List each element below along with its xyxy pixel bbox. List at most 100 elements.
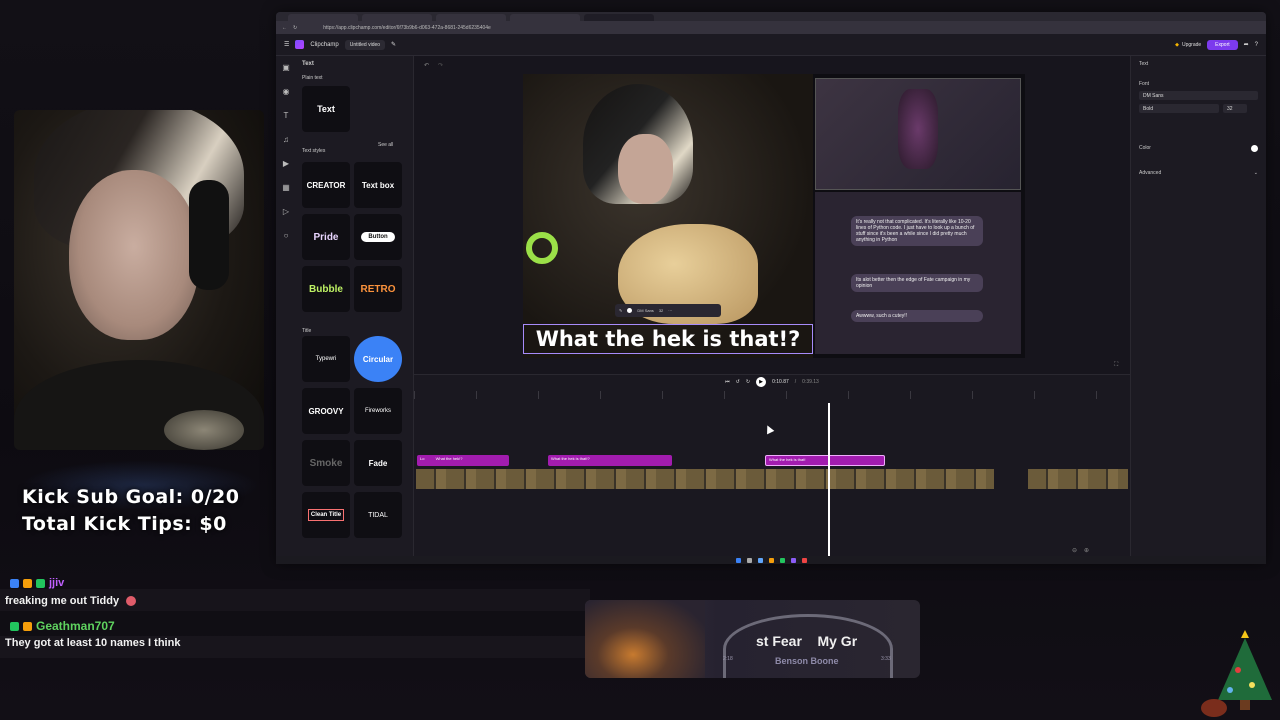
pen-icon[interactable]: ✎ (619, 308, 622, 313)
browser-tab[interactable] (436, 14, 506, 21)
caption-font[interactable]: DM Sans (637, 308, 653, 313)
address-bar[interactable]: ← ↻ https://app.clipchamp.com/editor/6f7… (276, 21, 1266, 34)
refresh-icon[interactable]: ↻ (293, 25, 297, 31)
plain-text-card[interactable]: Text (302, 86, 350, 132)
now-playing-widget: st Fear My Gr Benson Boone 2:18 3:33 (585, 600, 920, 678)
browser-tab[interactable] (362, 14, 432, 21)
elapsed-time: 2:18 (723, 656, 733, 662)
edit-icon[interactable]: ✎ (391, 41, 396, 48)
song-title: st Fear My Gr (756, 633, 858, 649)
windows-icon[interactable] (735, 557, 741, 563)
taskbar-app-icon[interactable] (801, 557, 807, 563)
chat-username: jjiv (49, 577, 65, 589)
rail-stock[interactable]: ▶ (276, 152, 296, 176)
browser-tab-active[interactable] (584, 14, 654, 21)
style-card[interactable]: Text box (354, 162, 402, 208)
emote-icon (126, 596, 137, 607)
rail-text[interactable]: T (276, 104, 296, 128)
rewind-icon[interactable]: ↺ (736, 379, 740, 385)
text-clip[interactable]: What the hek is that!? (548, 455, 672, 466)
weight-select[interactable]: Bold (1139, 104, 1219, 113)
title-card[interactable]: Circular (354, 336, 402, 382)
title-card[interactable]: TIDAL (354, 492, 402, 538)
title-card[interactable]: Fade (354, 440, 402, 486)
text-panel: Text Plain text Text Text styles See all… (296, 56, 414, 556)
title-card[interactable]: GROOVY (302, 388, 350, 434)
rail-captions[interactable]: ▷ (276, 200, 296, 224)
rail-stickers[interactable]: ○ (276, 224, 296, 248)
total-kick-tips: Total Kick Tips: $0 (22, 513, 227, 535)
chat-message: freaking me out Tiddy (5, 595, 137, 607)
title-heading: Title (302, 328, 312, 334)
export-button[interactable]: Export (1207, 39, 1238, 50)
rail-music[interactable]: ♫ (276, 128, 296, 152)
skip-back-icon[interactable]: ⏮ (725, 379, 730, 385)
forward-icon[interactable]: ↻ (746, 379, 750, 385)
chat-message-header: Geathman707 (10, 619, 115, 633)
christmas-tree-icon (1201, 630, 1272, 717)
style-card[interactable]: Button (354, 214, 402, 260)
title-card[interactable]: Typewri (302, 336, 350, 382)
video-clip[interactable] (416, 469, 994, 489)
more-icon[interactable]: ⋯ (668, 308, 672, 313)
taskbar-app-icon[interactable] (790, 557, 796, 563)
title-card[interactable]: Fireworks (354, 388, 402, 434)
style-card[interactable]: Bubble (302, 266, 350, 312)
text-clip-selected[interactable]: What the hek is that! (765, 455, 885, 466)
folder-icon[interactable] (768, 557, 774, 563)
video-canvas[interactable]: It's really not that complicated. It's l… (523, 74, 1025, 358)
folder-icon: ▣ (282, 63, 290, 72)
undo-icon[interactable]: ↶ (424, 62, 429, 69)
style-card[interactable]: Pride (302, 214, 350, 260)
playhead[interactable] (828, 403, 830, 559)
clip-label: What the hek!? (435, 456, 463, 461)
help-icon[interactable]: ? (1255, 42, 1258, 48)
back-icon[interactable]: ← (282, 25, 287, 31)
play-button[interactable]: ▶ (756, 377, 767, 387)
chevron-down-icon[interactable]: ⌄ (1254, 170, 1258, 176)
browser-tab[interactable] (288, 14, 358, 21)
clipchamp-header: ☰ Clipchamp Untitled video ✎ ◆ Upgrade E… (276, 34, 1266, 56)
caption-text[interactable]: What the hek is that!? (523, 324, 813, 354)
title-card[interactable]: Clean Title (302, 492, 350, 538)
font-select[interactable]: DM Sans (1139, 91, 1258, 100)
chat-username: Geathman707 (36, 619, 115, 633)
zoom-out-icon[interactable]: ⊖ (1072, 547, 1077, 554)
color-swatch[interactable] (1251, 145, 1258, 152)
badge-icon (36, 578, 45, 588)
rail-record[interactable]: ◉ (276, 80, 296, 104)
size-select[interactable]: 32 (1223, 104, 1247, 113)
property-panel: Text Font DM Sans Bold 32 Color Advanced… (1130, 56, 1266, 556)
fullscreen-icon[interactable]: ⛶ (1114, 362, 1118, 369)
goals-panel: Kick Sub Goal: 0/20 Total Kick Tips: $0 (22, 486, 272, 540)
game-screen-layer[interactable] (815, 78, 1021, 190)
share-icon[interactable]: ➦ (1244, 41, 1249, 48)
style-card[interactable]: CREATOR (302, 162, 350, 208)
search-icon[interactable] (746, 557, 752, 563)
video-clip[interactable] (1028, 469, 1128, 489)
badge-icon (23, 621, 32, 631)
upgrade-button[interactable]: ◆ Upgrade (1175, 42, 1201, 48)
style-card[interactable]: RETRO (354, 266, 402, 312)
title-card[interactable]: Smoke (302, 440, 350, 486)
time-ruler[interactable] (414, 391, 1130, 399)
taskbar-app-icon[interactable] (779, 557, 785, 563)
color-dot-icon[interactable] (627, 308, 633, 313)
text-clip[interactable]: Lo What the hek!? (417, 455, 509, 466)
game-chat-layer[interactable]: It's really not that complicated. It's l… (815, 192, 1021, 354)
badge-icon (10, 621, 19, 631)
caption-size[interactable]: 32 (659, 308, 663, 313)
rail-templates[interactable]: ▦ (276, 176, 296, 200)
project-name-field[interactable]: Untitled video (344, 39, 386, 50)
menu-icon[interactable]: ☰ (284, 41, 289, 48)
redo-icon[interactable]: ↷ (438, 62, 443, 69)
advanced-label[interactable]: Advanced (1139, 170, 1161, 176)
browser-tab[interactable] (510, 14, 580, 21)
music-icon: ♫ (283, 135, 289, 144)
video-icon: ▶ (282, 159, 290, 168)
zoom-in-icon[interactable]: ⊕ (1084, 547, 1089, 554)
see-all-link[interactable]: See all (378, 142, 393, 148)
rail-media[interactable]: ▣ (276, 56, 296, 80)
url-text[interactable]: https://app.clipchamp.com/editor/6f73b9b… (323, 25, 491, 31)
taskbar-app-icon[interactable] (757, 557, 763, 563)
